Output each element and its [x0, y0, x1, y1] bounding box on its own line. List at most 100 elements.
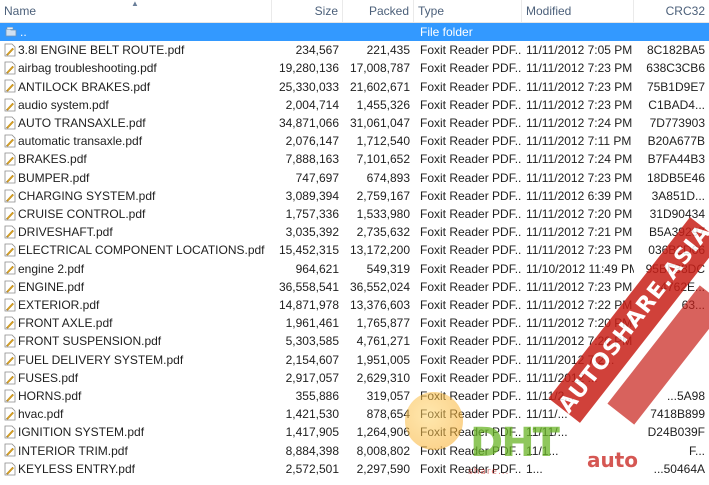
file-row[interactable]: CRUISE CONTROL.pdf 1,757,336 1,533,980 Foxi… [0, 205, 709, 223]
file-size: 2,154,607 [285, 352, 339, 367]
file-type: Foxit Reader PDF... [420, 279, 522, 294]
file-crc: 31D90434 [649, 207, 705, 221]
file-type: Foxit Reader PDF... [420, 316, 522, 331]
pdf-file-icon [4, 134, 16, 148]
column-header-crc[interactable]: CRC32 [634, 0, 709, 22]
file-type: Foxit Reader PDF... [420, 207, 522, 221]
file-name-cell: ANTILOCK BRAKES.pdf [0, 78, 272, 96]
file-crc: 7418B899 [650, 407, 705, 422]
pdf-file-icon [4, 334, 16, 348]
file-modified: 11/11/2012 7:11 PM [526, 134, 632, 149]
file-modified: 11/1... [526, 443, 559, 458]
file-size: 19,280,136 [278, 61, 339, 76]
pdf-file-icon [4, 262, 16, 275]
file-row[interactable]: automatic transaxle.pdf 2,076,147 1,712,54… [0, 132, 709, 150]
file-row[interactable]: engine 2.pdf 964,621 549,319 Foxit Reader P… [0, 260, 709, 278]
file-type: Foxit Reader PDF... [420, 188, 522, 203]
file-row[interactable]: BUMPER.pdf 747,697 674,893 Foxit Reader PDF… [0, 169, 709, 187]
file-name-cell: FRONT AXLE.pdf [0, 314, 272, 332]
column-header-type[interactable]: Type [414, 0, 522, 22]
file-name-cell: EXTERIOR.pdf [0, 296, 272, 314]
file-packed-size: 13,376,603 [349, 298, 410, 312]
file-row[interactable]: CHARGING SYSTEM.pdf 3,089,394 2,759,167 Fox… [0, 187, 709, 205]
file-modified: 11/11/2012 7:23 PM [526, 170, 633, 185]
pdf-file-icon [4, 98, 16, 112]
file-packed-size: 221,435 [366, 43, 410, 58]
file-size: 25,330,033 [278, 79, 339, 94]
file-name-cell: automatic transaxle.pdf [0, 132, 272, 150]
file-name-cell: FUSES.pdf [0, 369, 272, 387]
file-size: 1,961,461 [285, 316, 339, 331]
file-name-cell: CHARGING SYSTEM.pdf [0, 187, 272, 205]
file-size: 15,452,315 [278, 243, 339, 258]
file-size: 2,004,714 [285, 97, 339, 112]
file-name: automatic transaxle.pdf [18, 134, 143, 149]
file-modified: 11/11/2012 7:23 PM [526, 97, 633, 112]
file-name-cell: FUEL DELIVERY SYSTEM.pdf [0, 351, 272, 369]
pdf-file-icon [4, 243, 16, 257]
file-name: CRUISE CONTROL.pdf [18, 207, 146, 221]
file-crc: 638C3CB6 [646, 61, 705, 76]
file-name: EXTERIOR.pdf [18, 298, 100, 312]
file-name: DRIVESHAFT.pdf [18, 225, 113, 240]
file-packed-size: 319,057 [366, 389, 410, 403]
file-crc: 7D773903 [649, 116, 705, 130]
file-row[interactable]: BRAKES.pdf 7,888,163 7,101,652 Foxit Reader… [0, 150, 709, 168]
column-header-modified[interactable]: Modified [522, 0, 634, 22]
file-row[interactable]: INTERIOR TRIM.pdf 8,884,398 8,008,802 Foxit… [0, 442, 709, 460]
file-packed-size: 7,101,652 [356, 152, 410, 167]
file-row[interactable]: IGNITION SYSTEM.pdf 1,417,905 1,264,906 Fox… [0, 423, 709, 441]
file-packed-size: 878,654 [366, 407, 410, 422]
file-type: Foxit Reader PDF... [420, 116, 522, 130]
file-row[interactable]: HORNS.pdf 355,886 319,057 Foxit Reader PDF.… [0, 387, 709, 405]
file-name-cell: KEYLESS ENTRY.pdf [0, 460, 272, 478]
file-row[interactable]: airbag troubleshooting.pdf 19,280,136 17,0… [0, 59, 709, 77]
pdf-file-icon [4, 316, 16, 330]
file-crc: 8C182BA5 [646, 43, 705, 58]
file-row[interactable]: audio system.pdf 2,004,714 1,455,326 Foxit … [0, 96, 709, 114]
file-row[interactable]: ELECTRICAL COMPONENT LOCATIONS.pdf 15,452… [0, 241, 709, 259]
file-size: 1,421,530 [285, 407, 339, 422]
file-row[interactable]: FUSES.pdf 2,917,057 2,629,310 Foxit Reader … [0, 369, 709, 387]
file-size: 2,076,147 [285, 134, 339, 149]
file-row[interactable]: DRIVESHAFT.pdf 3,035,392 2,735,632 Foxit Re… [0, 223, 709, 241]
file-modified: 11/11/... [526, 407, 568, 422]
file-modified: 11/11/2012 7:2... [526, 352, 615, 367]
file-row[interactable]: AUTO TRANSAXLE.pdf 34,871,066 31,061,047 Fo… [0, 114, 709, 132]
pdf-file-icon [4, 462, 16, 476]
file-name: CHARGING SYSTEM.pdf [18, 188, 156, 203]
file-row[interactable]: EXTERIOR.pdf 14,871,978 13,376,603 Foxit Re… [0, 296, 709, 314]
file-row[interactable]: FRONT AXLE.pdf 1,961,461 1,765,877 Foxit Re… [0, 314, 709, 332]
file-name: airbag troubleshooting.pdf [18, 61, 157, 76]
file-row[interactable]: FUEL DELIVERY SYSTEM.pdf 2,154,607 1,951,0… [0, 351, 709, 369]
file-type: Foxit Reader PDF... [420, 370, 522, 385]
file-name-cell: IGNITION SYSTEM.pdf [0, 423, 272, 441]
file-type: Foxit Reader PDF... [420, 461, 522, 476]
file-row[interactable]: ANTILOCK BRAKES.pdf 25,330,033 21,602,671 F… [0, 78, 709, 96]
file-modified: 11/11/2012 6:39 PM [526, 188, 633, 203]
file-packed-size: 8,008,802 [356, 443, 410, 458]
file-type: Foxit Reader PDF... [420, 243, 522, 258]
file-modified: 11/11/2012 7:24 PM [526, 116, 633, 130]
file-name-cell: hvac.pdf [0, 405, 272, 423]
file-packed-size: 2,297,590 [356, 461, 410, 476]
file-row[interactable]: KEYLESS ENTRY.pdf 2,572,501 2,297,590 Foxit… [0, 460, 709, 478]
file-crc: B5A39297 [648, 225, 705, 240]
file-name: FRONT AXLE.pdf [18, 316, 113, 331]
parent-folder-row[interactable]: .. File folder [0, 23, 709, 42]
pdf-file-icon [4, 280, 16, 294]
file-row[interactable]: ENGINE.pdf 36,558,541 36,552,024 Foxit Read… [0, 278, 709, 296]
file-row[interactable]: hvac.pdf 1,421,530 878,654 Foxit Reader PDF… [0, 405, 709, 423]
column-header-size[interactable]: Size [272, 0, 343, 22]
file-packed-size: 36,552,024 [349, 279, 410, 294]
file-row[interactable]: 3.8l ENGINE BELT ROUTE.pdf 234,567 221,435… [0, 41, 709, 59]
file-name-cell: BUMPER.pdf [0, 169, 272, 187]
file-packed-size: 31,061,047 [349, 116, 410, 130]
column-header-packed[interactable]: Packed [343, 0, 414, 22]
file-name-cell: BRAKES.pdf [0, 150, 272, 168]
file-modified: 11/10/2012 11:49 PM [526, 261, 634, 276]
file-type: Foxit Reader PDF... [420, 425, 522, 440]
file-row[interactable]: FRONT SUSPENSION.pdf 5,303,585 4,761,271 Fo… [0, 332, 709, 350]
pdf-file-icon [4, 407, 16, 421]
file-name: INTERIOR TRIM.pdf [18, 443, 128, 458]
